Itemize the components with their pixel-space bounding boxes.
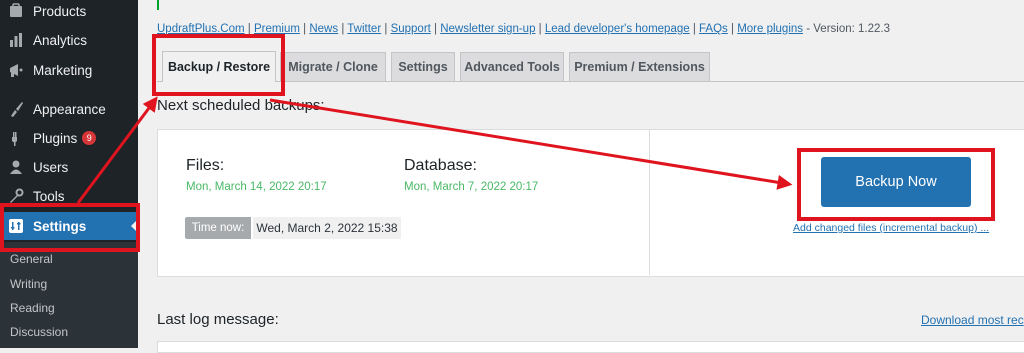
analytics-icon xyxy=(8,32,24,48)
notice-accent-bar xyxy=(157,0,159,10)
link-faqs[interactable]: FAQs xyxy=(699,23,728,35)
schedule-panel-divider xyxy=(649,129,650,275)
tools-icon xyxy=(8,188,24,204)
tab-premium-extensions[interactable]: Premium / Extensions xyxy=(569,52,710,81)
sidebar-item-users[interactable]: Users xyxy=(0,153,138,181)
sidebar-item-appearance[interactable]: Appearance xyxy=(0,95,138,123)
sidebar-item-products[interactable]: Products xyxy=(0,0,138,25)
database-label: Database: xyxy=(404,157,477,174)
appearance-icon xyxy=(8,101,24,117)
users-icon xyxy=(8,159,24,175)
submenu-item-general[interactable]: General xyxy=(10,252,53,266)
tabs-underline xyxy=(157,81,1024,82)
last-log-message-heading: Last log message: xyxy=(157,311,279,328)
version-text: - Version: 1.22.3 xyxy=(806,23,890,35)
database-next-date: Mon, March 7, 2022 20:17 xyxy=(404,181,539,193)
sidebar-item-analytics[interactable]: Analytics xyxy=(0,26,138,54)
download-log-link[interactable]: Download most rec xyxy=(921,313,1024,327)
submenu-item-writing[interactable]: Writing xyxy=(10,277,47,291)
submenu-item-reading[interactable]: Reading xyxy=(10,301,55,315)
sidebar-item-label: Products xyxy=(33,3,87,19)
tab-advanced-tools[interactable]: Advanced Tools xyxy=(460,52,564,81)
link-more-plugins[interactable]: More plugins xyxy=(737,23,803,35)
sidebar-item-label: Analytics xyxy=(33,32,88,48)
sidebar-item-label: Users xyxy=(33,159,69,175)
link-newsletter-signup[interactable]: Newsletter sign-up xyxy=(440,23,535,35)
next-scheduled-backups-heading: Next scheduled backups: xyxy=(157,97,325,114)
tab-settings[interactable]: Settings xyxy=(391,52,455,81)
plugins-icon xyxy=(8,130,24,146)
incremental-backup-link[interactable]: Add changed files (incremental backup) .… xyxy=(793,222,989,234)
log-panel xyxy=(157,341,1024,353)
link-lead-developer-homepage[interactable]: Lead developer's homepage xyxy=(545,23,690,35)
products-icon xyxy=(8,3,24,19)
plugins-update-badge: 9 xyxy=(82,131,97,145)
sidebar-item-label: Marketing xyxy=(33,62,93,78)
sidebar-item-label: Plugins xyxy=(33,130,78,146)
settings-submenu: General Writing Reading Discussion xyxy=(0,242,138,348)
sidebar-item-label: Tools xyxy=(33,188,65,204)
link-twitter[interactable]: Twitter xyxy=(347,23,381,35)
submenu-item-discussion[interactable]: Discussion xyxy=(10,325,68,339)
link-support[interactable]: Support xyxy=(391,23,431,35)
link-news[interactable]: News xyxy=(309,23,338,35)
files-label: Files: xyxy=(186,157,225,174)
time-now-label: Time now: xyxy=(185,217,251,239)
files-next-date: Mon, March 14, 2022 20:17 xyxy=(186,181,327,193)
settings-highlight-box xyxy=(0,203,140,252)
sidebar-item-label: Appearance xyxy=(33,101,106,117)
backup-now-highlight-box xyxy=(797,148,995,221)
sidebar-item-plugins[interactable]: Plugins 9 xyxy=(0,124,138,152)
tab-migrate-clone[interactable]: Migrate / Clone xyxy=(280,52,386,81)
marketing-icon xyxy=(8,62,24,78)
time-now-value: Wed, March 2, 2022 15:38 xyxy=(253,217,401,239)
admin-sidebar: Products Analytics Marketing Appearance … xyxy=(0,0,138,348)
sidebar-item-marketing[interactable]: Marketing xyxy=(0,56,138,84)
backup-restore-highlight-box xyxy=(152,34,285,96)
